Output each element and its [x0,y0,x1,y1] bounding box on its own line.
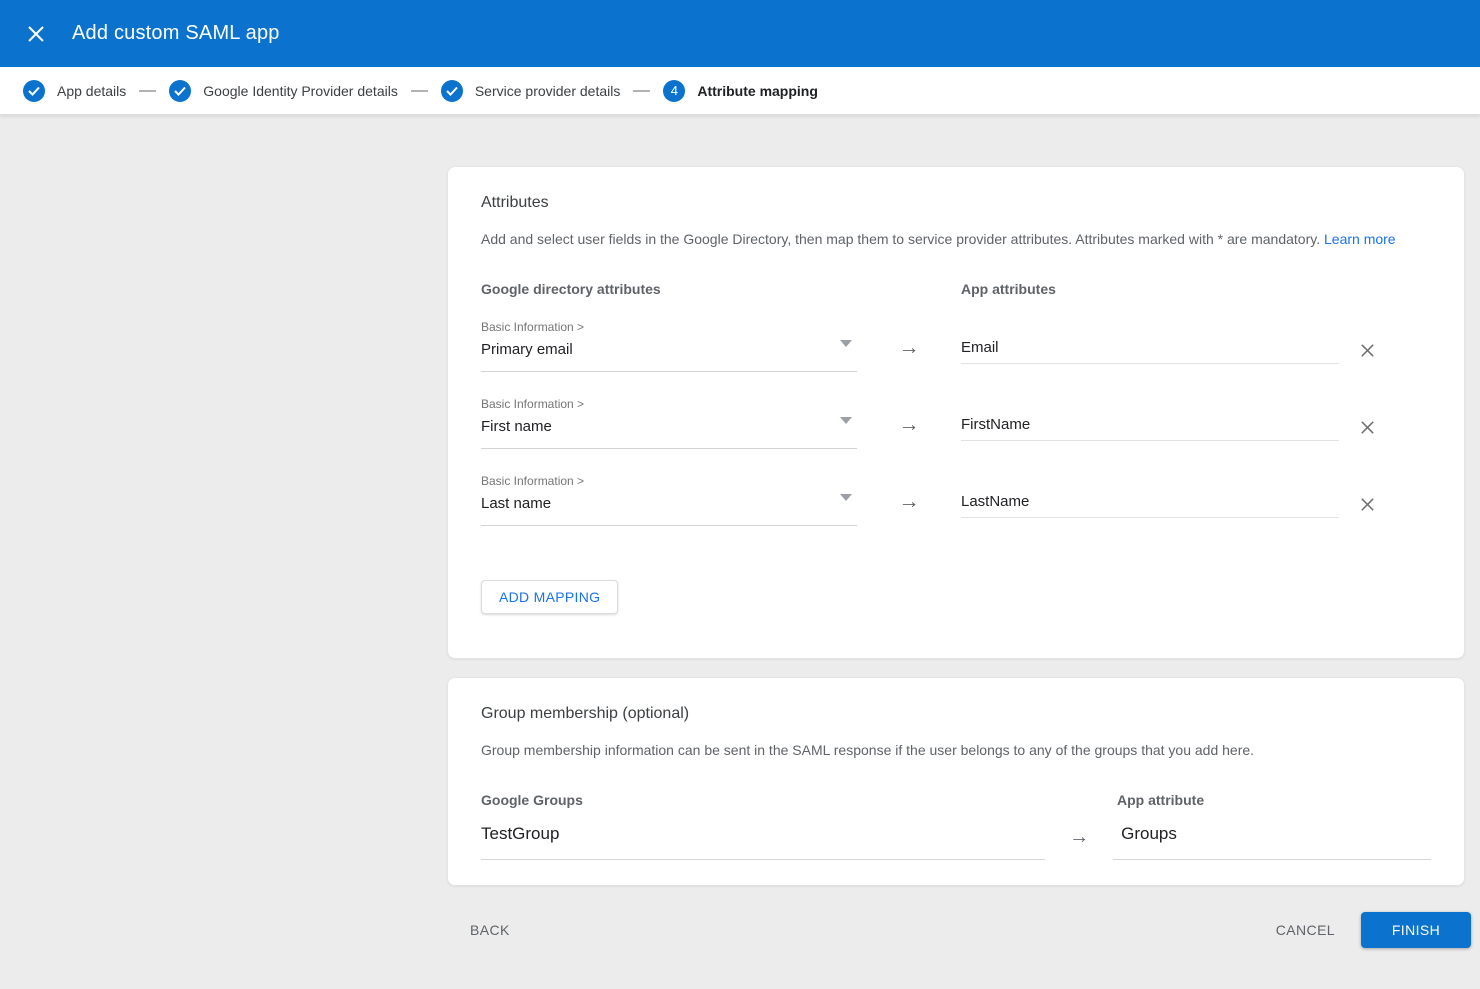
step-service-provider-details[interactable]: Service provider details [441,80,621,102]
directory-attribute-category: Basic Information > [481,320,857,334]
directory-attribute-category: Basic Information > [481,474,857,488]
close-icon-glyph [26,24,46,44]
app-attribute-input-3[interactable] [961,493,1339,518]
finish-button[interactable]: FINISH [1361,912,1471,948]
directory-attribute-value: First name [481,418,857,435]
arrow-right-icon: → [857,397,961,437]
app-attribute-header: App attribute [1117,792,1204,808]
step-connector [139,90,156,92]
group-column-headers: Google Groups App attribute [481,792,1431,808]
arrow-right-icon: → [857,320,961,360]
dialog-header: Add custom SAML app [0,0,1480,67]
group-app-attribute-input[interactable] [1113,824,1431,860]
mapping-row: Basic Information > Last name → [481,474,1431,526]
remove-mapping-button-1[interactable] [1356,339,1378,361]
step-number: 4 [671,83,678,98]
google-groups-input[interactable] [481,824,1045,860]
group-membership-card: Group membership (optional) Group member… [447,677,1465,886]
group-card-description: Group membership information can be sent… [481,740,1431,760]
close-icon [1359,496,1376,513]
attributes-card-description: Add and select user fields in the Google… [481,229,1431,249]
step-label: App details [57,83,126,99]
check-icon [23,80,45,102]
cancel-button[interactable]: CANCEL [1268,914,1343,946]
mapping-row: Basic Information > First name → [481,397,1431,449]
directory-attribute-value: Last name [481,495,857,512]
directory-attribute-value: Primary email [481,341,857,358]
wizard-stepper: App details Google Identity Provider det… [0,67,1480,115]
arrow-right-icon: → [1045,824,1113,849]
mapping-row: Basic Information > Primary email → [481,320,1431,372]
step-attribute-mapping[interactable]: 4 Attribute mapping [663,80,818,102]
step-label: Service provider details [475,83,621,99]
close-icon [1359,419,1376,436]
step-google-idp-details[interactable]: Google Identity Provider details [169,80,398,102]
step-label: Attribute mapping [697,83,818,99]
app-attribute-input-2[interactable] [961,416,1339,441]
mapping-column-headers: Google directory attributes App attribut… [481,281,1431,297]
step-connector [411,90,428,92]
close-icon[interactable] [16,14,56,54]
step-app-details[interactable]: App details [23,80,126,102]
attributes-card-title: Attributes [481,194,1431,212]
add-mapping-button[interactable]: ADD MAPPING [481,580,618,614]
app-attribute-input-1[interactable] [961,339,1339,364]
attributes-card: Attributes Add and select user fields in… [447,166,1465,659]
remove-mapping-button-3[interactable] [1356,493,1378,515]
learn-more-link[interactable]: Learn more [1324,231,1396,247]
step-connector [633,90,650,92]
close-icon [1359,342,1376,359]
chevron-down-icon [840,417,852,424]
dialog-title: Add custom SAML app [72,22,280,45]
check-icon [169,80,191,102]
directory-attribute-select-1[interactable]: Basic Information > Primary email [481,320,857,372]
directory-attribute-select-3[interactable]: Basic Information > Last name [481,474,857,526]
app-attributes-header: App attributes [961,281,1056,297]
remove-mapping-button-2[interactable] [1356,416,1378,438]
chevron-down-icon [840,494,852,501]
step-label: Google Identity Provider details [203,83,398,99]
group-card-title: Group membership (optional) [481,705,1431,723]
google-groups-header: Google Groups [481,792,1117,808]
step-number-badge: 4 [663,80,685,102]
group-mapping-row: → [481,824,1431,860]
google-directory-attributes-header: Google directory attributes [481,281,961,297]
wizard-footer: BACK CANCEL FINISH [447,912,1471,948]
directory-attribute-select-2[interactable]: Basic Information > First name [481,397,857,449]
arrow-right-icon: → [857,474,961,514]
chevron-down-icon [840,340,852,347]
directory-attribute-category: Basic Information > [481,397,857,411]
back-button[interactable]: BACK [462,914,518,946]
check-icon [441,80,463,102]
attributes-description-text: Add and select user fields in the Google… [481,231,1320,247]
